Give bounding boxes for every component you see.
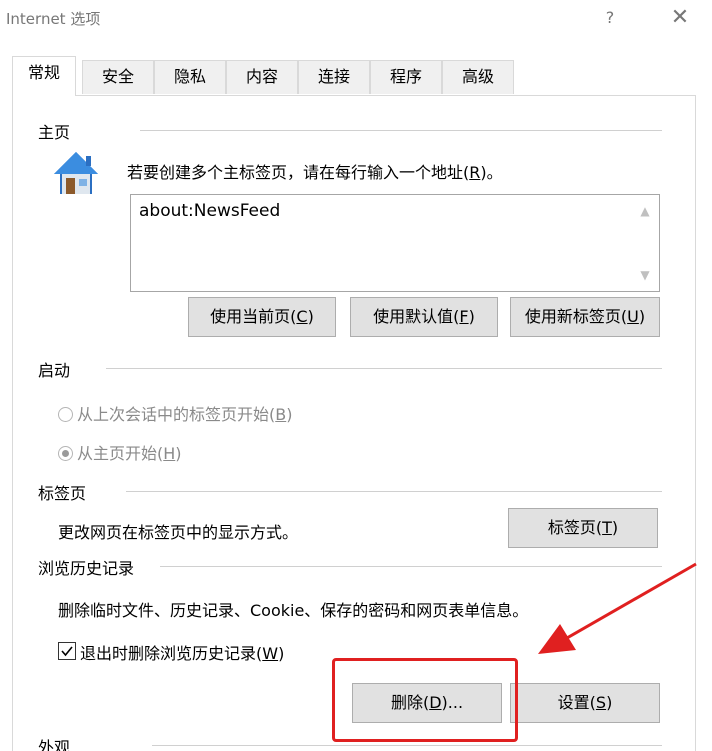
history-description: 删除临时文件、历史记录、Cookie、保存的密码和网页表单信息。 [58,601,529,620]
tab-security[interactable]: 安全 [82,60,154,94]
close-button[interactable]: ✕ [662,3,698,33]
homepage-url-textarea[interactable]: about:NewsFeed ▲ ▼ [130,194,660,292]
delete-on-exit-label[interactable]: 退出时删除浏览历史记录(W) [80,640,284,664]
tabs-divider [126,491,662,492]
startup-homepage-radio[interactable]: 从主页开始(H) [58,440,182,464]
homepage-section-label: 主页 [38,119,75,143]
scroll-down-icon[interactable]: ▼ [637,267,653,283]
homepage-divider [140,130,662,131]
tab-general[interactable]: 常规 [12,56,76,96]
tab-content[interactable]: 内容 [226,60,298,94]
help-button[interactable]: ? [596,3,624,33]
tabs-section-label: 标签页 [38,480,91,504]
home-icon [54,152,98,194]
startup-section-label: 启动 [38,357,75,381]
startup-last-session-radio[interactable]: 从上次会话中的标签页开始(B) [58,401,292,425]
checkmark-icon [61,646,73,657]
tab-connections[interactable]: 连接 [298,60,370,94]
radio-unselected-icon [58,407,73,422]
startup-divider [106,368,662,369]
homepage-url-text: about:NewsFeed [139,201,281,221]
title-bar: Internet 选项 ? ✕ [0,0,712,36]
annotation-highlight-box [332,658,518,742]
window-title: Internet 选项 [6,10,101,28]
use-default-button[interactable]: 使用默认值(F) [350,297,498,337]
tabs-description: 更改网页在标签页中的显示方式。 [58,523,299,542]
tab-advanced[interactable]: 高级 [442,60,514,94]
tab-privacy[interactable]: 隐私 [154,60,226,94]
scroll-up-icon[interactable]: ▲ [637,203,653,219]
appearance-divider [152,745,662,746]
use-new-tab-button[interactable]: 使用新标签页(U) [510,297,660,337]
history-section-label: 浏览历史记录 [38,555,139,579]
homepage-hint: 若要创建多个主标签页，请在每行输入一个地址(R)。 [127,163,503,182]
tabs-settings-button[interactable]: 标签页(T) [508,508,658,548]
use-current-button[interactable]: 使用当前页(C) [188,297,336,337]
tab-programs[interactable]: 程序 [370,60,442,94]
delete-on-exit-checkbox[interactable] [58,642,76,660]
history-settings-button[interactable]: 设置(S) [510,683,660,723]
annotation-arrow-icon [538,562,697,654]
appearance-section-label: 外观 [38,734,75,751]
radio-selected-icon [58,446,73,461]
